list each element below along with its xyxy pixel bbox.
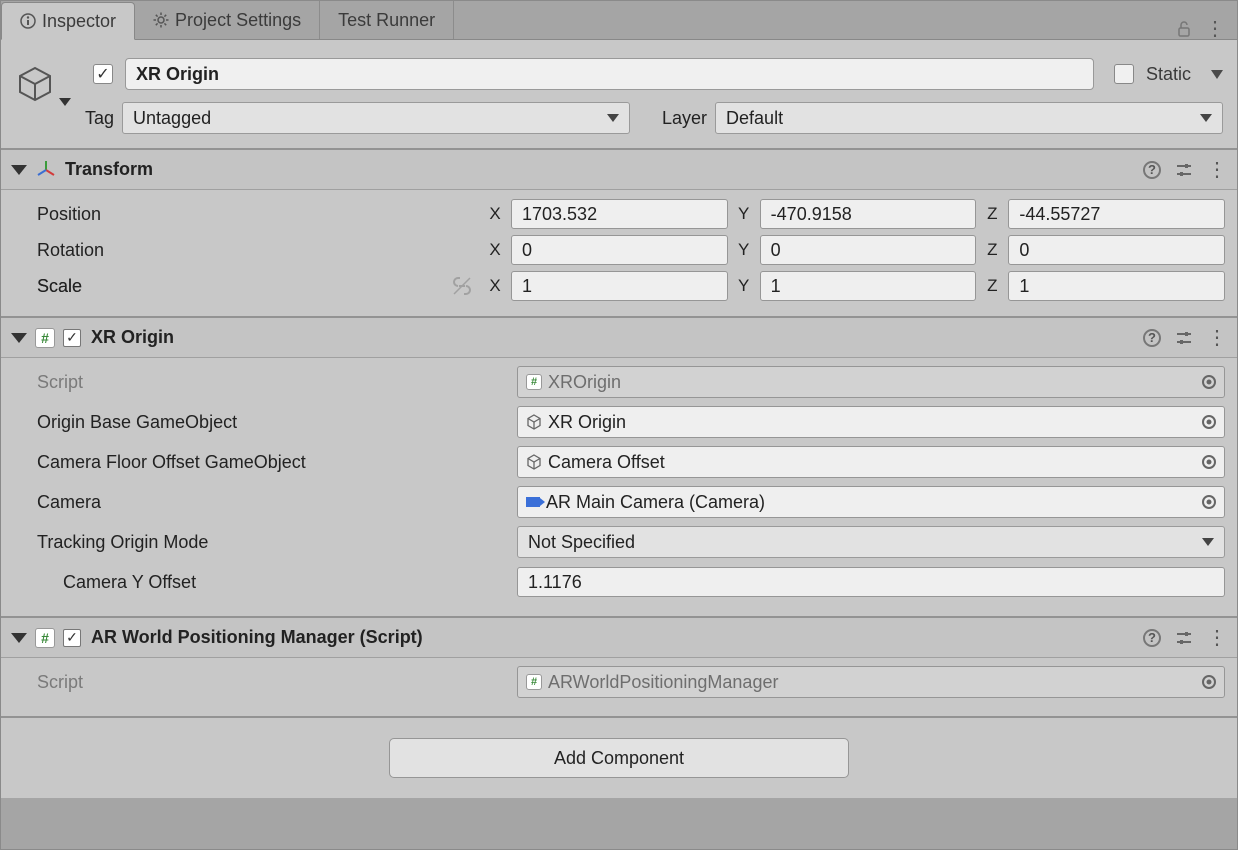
scale-z-input[interactable]: 1 — [1008, 271, 1225, 301]
static-label: Static — [1146, 64, 1191, 85]
tab-inspector[interactable]: Inspector — [1, 2, 135, 40]
position-label: Position — [37, 204, 479, 225]
unlock-icon[interactable] — [1175, 20, 1193, 38]
camera-mini-icon — [526, 497, 540, 507]
script-icon: # — [35, 328, 55, 348]
script-field: # ARWorldPositioningManager — [517, 666, 1225, 698]
constrain-proportions-icon[interactable] — [451, 275, 473, 297]
script-icon: # — [35, 628, 55, 648]
position-y-input[interactable]: -470.9158 — [760, 199, 977, 229]
gear-icon — [153, 12, 169, 28]
tab-inspector-label: Inspector — [42, 11, 116, 32]
transform-title: Transform — [65, 159, 153, 180]
tab-test-runner-label: Test Runner — [338, 10, 435, 31]
xr-origin-title: XR Origin — [91, 327, 174, 348]
origin-base-field[interactable]: XR Origin — [517, 406, 1225, 438]
help-icon[interactable]: ? — [1143, 329, 1161, 347]
camera-y-offset-label: Camera Y Offset — [37, 572, 509, 593]
axis-z-label: Z — [982, 204, 1002, 224]
tag-dropdown[interactable]: Untagged — [122, 102, 630, 134]
xr-origin-enable-checkbox[interactable] — [63, 329, 81, 347]
transform-header[interactable]: Transform ? ⋮ — [1, 150, 1237, 190]
xr-origin-component: # XR Origin ? ⋮ Script # XROrigin — [1, 316, 1237, 616]
fold-icon — [11, 165, 27, 175]
fold-icon — [11, 633, 27, 643]
tab-bar: Inspector Project Settings Test Runner ⋮ — [1, 1, 1237, 40]
preset-icon[interactable] — [1175, 161, 1193, 179]
object-picker-icon — [1202, 675, 1216, 689]
active-checkbox[interactable] — [93, 64, 113, 84]
help-icon[interactable]: ? — [1143, 161, 1161, 179]
preset-icon[interactable] — [1175, 629, 1193, 647]
layer-label: Layer — [662, 108, 707, 129]
axis-x-label: X — [485, 204, 505, 224]
origin-base-label: Origin Base GameObject — [37, 412, 509, 433]
scale-label-text: Scale — [37, 276, 82, 297]
component-menu-icon[interactable]: ⋮ — [1207, 628, 1227, 648]
help-icon[interactable]: ? — [1143, 629, 1161, 647]
camera-floor-label: Camera Floor Offset GameObject — [37, 452, 509, 473]
scale-x-input[interactable]: 1 — [511, 271, 728, 301]
info-icon — [20, 13, 36, 29]
tab-project-settings-label: Project Settings — [175, 10, 301, 31]
camera-field[interactable]: AR Main Camera (Camera) — [517, 486, 1225, 518]
gameobject-name-input[interactable]: XR Origin — [125, 58, 1094, 90]
scale-y-input[interactable]: 1 — [760, 271, 977, 301]
gameobject-mini-icon — [526, 454, 542, 470]
static-checkbox[interactable] — [1114, 64, 1134, 84]
object-picker-icon[interactable] — [1202, 495, 1216, 509]
gameobject-mini-icon — [526, 414, 542, 430]
component-menu-icon[interactable]: ⋮ — [1207, 160, 1227, 180]
gameobject-header: XR Origin Static — [1, 40, 1237, 98]
script-label: Script — [37, 372, 509, 393]
add-component-button[interactable]: Add Component — [389, 738, 849, 778]
prefab-dropdown-icon[interactable] — [59, 98, 71, 106]
ar-world-enable-checkbox[interactable] — [63, 629, 81, 647]
static-dropdown-icon[interactable] — [1211, 70, 1223, 79]
preset-icon[interactable] — [1175, 329, 1193, 347]
ar-world-component: # AR World Positioning Manager (Script) … — [1, 616, 1237, 716]
component-menu-icon[interactable]: ⋮ — [1207, 328, 1227, 348]
camera-y-offset-input[interactable]: 1.1176 — [517, 567, 1225, 597]
rotation-label: Rotation — [37, 240, 479, 261]
ar-world-title: AR World Positioning Manager (Script) — [91, 627, 423, 648]
script-field: # XROrigin — [517, 366, 1225, 398]
position-z-input[interactable]: -44.55727 — [1008, 199, 1225, 229]
script-file-icon: # — [526, 674, 542, 690]
xr-origin-header[interactable]: # XR Origin ? ⋮ — [1, 318, 1237, 358]
camera-label: Camera — [37, 492, 509, 513]
script-file-icon: # — [526, 374, 542, 390]
tracking-mode-dropdown[interactable]: Not Specified — [517, 526, 1225, 558]
rotation-x-input[interactable]: 0 — [511, 235, 728, 265]
camera-floor-field[interactable]: Camera Offset — [517, 446, 1225, 478]
tracking-mode-label: Tracking Origin Mode — [37, 532, 509, 553]
object-picker-icon[interactable] — [1202, 455, 1216, 469]
window-menu-icon[interactable]: ⋮ — [1205, 19, 1225, 39]
gameobject-icon[interactable] — [15, 64, 55, 104]
object-picker-icon — [1202, 375, 1216, 389]
fold-icon — [11, 333, 27, 343]
layer-dropdown[interactable]: Default — [715, 102, 1223, 134]
object-picker-icon[interactable] — [1202, 415, 1216, 429]
rotation-z-input[interactable]: 0 — [1008, 235, 1225, 265]
axis-y-label: Y — [734, 204, 754, 224]
script-label: Script — [37, 672, 509, 693]
tab-project-settings[interactable]: Project Settings — [135, 1, 320, 39]
add-component-area: Add Component — [1, 716, 1237, 798]
transform-component: Transform ? ⋮ Position X 1703.532 Y -470… — [1, 148, 1237, 316]
tab-test-runner[interactable]: Test Runner — [320, 1, 454, 39]
position-x-input[interactable]: 1703.532 — [511, 199, 728, 229]
transform-icon — [35, 159, 57, 181]
rotation-y-input[interactable]: 0 — [760, 235, 977, 265]
tag-label: Tag — [85, 108, 114, 129]
ar-world-header[interactable]: # AR World Positioning Manager (Script) … — [1, 618, 1237, 658]
